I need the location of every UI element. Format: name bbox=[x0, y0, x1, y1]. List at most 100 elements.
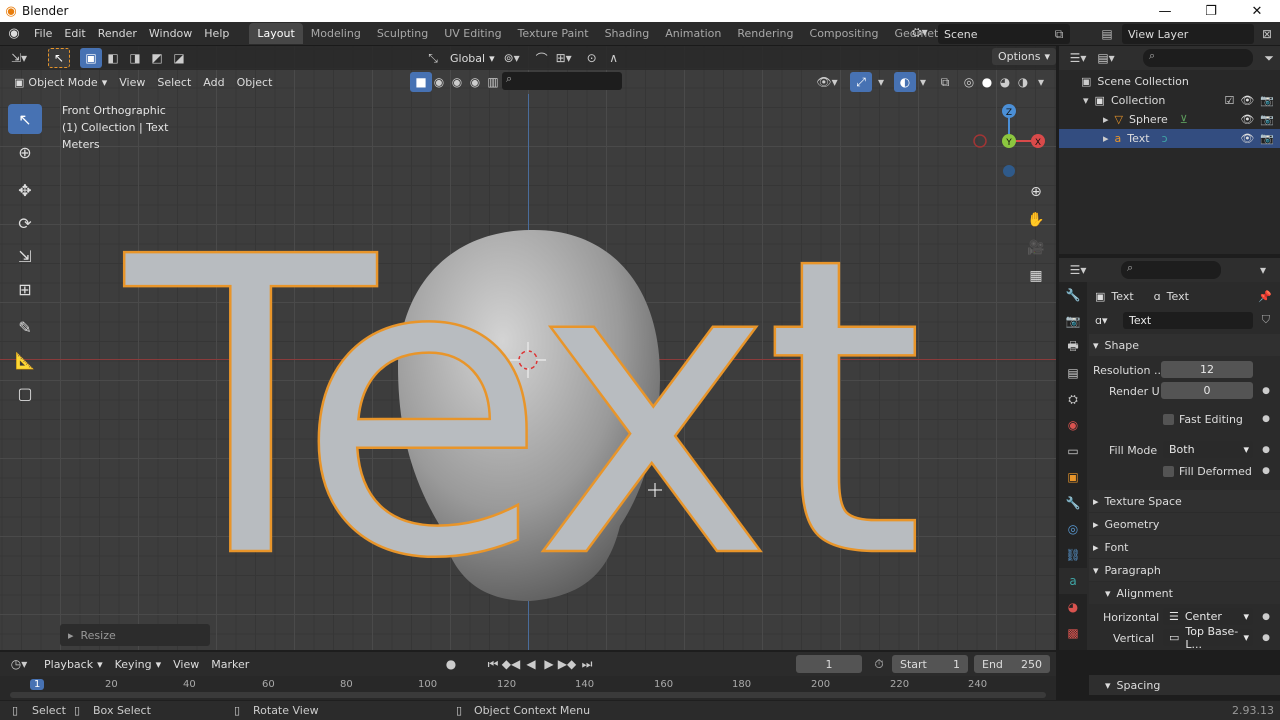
keyframe-dot-icon[interactable]: ● bbox=[1262, 612, 1270, 622]
measure-tool-icon[interactable]: 📐 bbox=[8, 345, 42, 375]
gizmo-dropdown-icon[interactable]: ▾ bbox=[870, 72, 892, 92]
fill-deformed-checkbox[interactable] bbox=[1163, 465, 1174, 477]
world-tab-icon[interactable]: ◉ bbox=[1059, 412, 1087, 438]
3d-viewport[interactable]: Text Z X Y ⇲▾ ↖ ▣ ◧ ◨ ◩ ◪ ⤡ Global ▾ ⊚▾ … bbox=[0, 46, 1056, 650]
expand-arrow-icon[interactable]: ▸ bbox=[1103, 132, 1109, 145]
preview-range-icon[interactable]: ⏱ bbox=[868, 654, 890, 674]
render-tab-icon[interactable]: 📷 bbox=[1059, 308, 1087, 334]
alignment-subpanel-header[interactable]: ▾ Alignment bbox=[1089, 582, 1280, 604]
constraints-tab-icon[interactable]: ⛓ bbox=[1059, 542, 1087, 568]
datablock-icon[interactable]: ɑ▾ bbox=[1095, 314, 1108, 327]
menu-view[interactable]: View bbox=[113, 74, 151, 91]
texture-space-panel-header[interactable]: ▸ Texture Space bbox=[1089, 490, 1280, 512]
spacing-subpanel-header[interactable]: ▾ Spacing bbox=[1089, 675, 1280, 695]
eye-icon[interactable]: 👁 bbox=[1240, 113, 1254, 126]
outliner-row-scene-collection[interactable]: ▣ Scene Collection bbox=[1059, 72, 1280, 91]
annotate-tool-icon[interactable]: ✎ bbox=[8, 312, 42, 342]
blender-menu-icon[interactable]: ◉ bbox=[0, 26, 28, 41]
current-frame-marker[interactable]: 1 bbox=[30, 679, 45, 690]
ortho-grid-icon[interactable]: ▦ bbox=[1024, 264, 1048, 288]
eye-icon[interactable]: 👁 bbox=[1240, 94, 1254, 107]
marker-menu[interactable]: Marker bbox=[205, 656, 255, 673]
fill-deformed-row[interactable]: Fill Deformed ● bbox=[1089, 461, 1280, 481]
scale-tool-icon[interactable]: ⇲ bbox=[8, 241, 42, 271]
zoom-icon[interactable]: ⊕ bbox=[1024, 180, 1048, 204]
timeline-type-icon[interactable]: ◷▾ bbox=[8, 654, 30, 674]
tab-modeling[interactable]: Modeling bbox=[303, 23, 369, 44]
outliner-row-collection[interactable]: ▾ ▣ Collection ☑ 👁 📷 bbox=[1059, 91, 1280, 110]
menu-window[interactable]: Window bbox=[143, 27, 198, 40]
expand-arrow-icon[interactable]: ▾ bbox=[1083, 94, 1089, 107]
xray-icon[interactable]: ⧉ bbox=[934, 72, 956, 92]
text-object[interactable]: Text bbox=[118, 169, 929, 650]
select-mode-new-icon[interactable]: ▣ bbox=[80, 48, 102, 68]
scene-tab-icon[interactable]: ⛭ bbox=[1059, 386, 1087, 412]
end-frame-field[interactable]: End 250 bbox=[974, 655, 1050, 673]
close-button[interactable]: ✕ bbox=[1234, 0, 1280, 22]
tab-texture-paint[interactable]: Texture Paint bbox=[510, 23, 597, 44]
properties-search-input[interactable]: ⌕ bbox=[1121, 261, 1221, 279]
keyframe-dot-icon[interactable]: ● bbox=[1262, 445, 1270, 455]
camera-view-icon[interactable]: 🎥 bbox=[1024, 236, 1048, 260]
tab-animation[interactable]: Animation bbox=[657, 23, 729, 44]
new-scene-icon[interactable]: ⧉ bbox=[1050, 25, 1068, 43]
timeline-view-menu[interactable]: View bbox=[167, 656, 205, 673]
pin-icon[interactable]: 📌 bbox=[1258, 290, 1272, 303]
material-tab-icon[interactable]: ◕ bbox=[1059, 594, 1087, 620]
pivot-icon[interactable]: ⊚▾ bbox=[501, 48, 523, 68]
tab-shading[interactable]: Shading bbox=[597, 23, 658, 44]
scene-icon[interactable]: ⛭▾ bbox=[912, 25, 934, 43]
outliner-row-text[interactable]: ▸ a Text ↄ 👁 📷 bbox=[1059, 129, 1280, 148]
keyframe-dot-icon[interactable]: ● bbox=[1262, 633, 1270, 643]
tab-rendering[interactable]: Rendering bbox=[729, 23, 801, 44]
horizontal-align-dropdown[interactable]: ☰ Center ▾ bbox=[1163, 608, 1253, 625]
datablock-name-field[interactable]: Text bbox=[1123, 312, 1253, 329]
minimize-button[interactable]: — bbox=[1142, 0, 1188, 22]
next-keyframe-icon[interactable]: ▶◆ bbox=[556, 654, 578, 674]
render-u-field[interactable]: 0 bbox=[1161, 382, 1253, 399]
fill-mode-dropdown[interactable]: Both ▾ bbox=[1163, 441, 1253, 458]
data-tab-icon[interactable]: a bbox=[1059, 568, 1087, 594]
select-mode-invert-icon[interactable]: ◩ bbox=[146, 48, 168, 68]
properties-type-icon[interactable]: ☰▾ bbox=[1067, 260, 1089, 280]
fast-editing-checkbox[interactable] bbox=[1163, 413, 1174, 425]
outliner-type-icon[interactable]: ☰▾ bbox=[1067, 48, 1089, 68]
rotate-tool-icon[interactable]: ⟳ bbox=[8, 208, 42, 238]
menu-edit[interactable]: Edit bbox=[58, 27, 91, 40]
menu-add[interactable]: Add bbox=[197, 74, 230, 91]
geometry-panel-header[interactable]: ▸ Geometry bbox=[1089, 513, 1280, 535]
auto-keying-icon[interactable]: ● bbox=[440, 654, 462, 674]
snap-icon[interactable]: ⌒ bbox=[531, 48, 553, 68]
editor-type-icon[interactable]: ⇲▾ bbox=[8, 48, 30, 68]
orientation-dropdown[interactable]: Global ▾ bbox=[444, 50, 501, 67]
exclude-checkbox-icon[interactable]: ☑ bbox=[1224, 94, 1234, 107]
mode-dropdown[interactable]: ▣ Object Mode ▾ bbox=[8, 74, 113, 91]
fast-editing-row[interactable]: Fast Editing ● bbox=[1089, 409, 1280, 429]
paragraph-panel-header[interactable]: ▾ Paragraph bbox=[1089, 559, 1280, 581]
add-cube-tool-icon[interactable]: ▢ bbox=[8, 378, 42, 408]
eye-icon[interactable]: 👁 bbox=[1240, 132, 1254, 145]
keyframe-dot-icon[interactable]: ● bbox=[1262, 386, 1270, 396]
menu-help[interactable]: Help bbox=[198, 27, 235, 40]
falloff-icon[interactable]: ∧ bbox=[603, 48, 625, 68]
select-box-tool-icon[interactable]: ↖ bbox=[8, 104, 42, 134]
overlay-dropdown-icon[interactable]: ▾ bbox=[912, 72, 934, 92]
keyframe-dot-icon[interactable]: ● bbox=[1262, 466, 1270, 476]
menu-select[interactable]: Select bbox=[151, 74, 197, 91]
start-frame-field[interactable]: Start 1 bbox=[892, 655, 968, 673]
display-mode-icon[interactable]: ▤▾ bbox=[1095, 48, 1117, 68]
shape-panel-header[interactable]: ▾ Shape bbox=[1089, 334, 1280, 356]
select-mode-intersect-icon[interactable]: ◪ bbox=[168, 48, 190, 68]
filter-other-icon[interactable]: ▥ bbox=[482, 72, 504, 92]
remove-layer-icon[interactable]: ⊠ bbox=[1258, 25, 1276, 43]
resolution-field[interactable]: 12 bbox=[1161, 361, 1253, 378]
camera-icon[interactable]: 📷 bbox=[1260, 113, 1274, 126]
current-frame-field[interactable]: 1 bbox=[796, 655, 862, 673]
expand-arrow-icon[interactable]: ▸ bbox=[1103, 113, 1109, 126]
pan-hand-icon[interactable]: ✋ bbox=[1024, 208, 1048, 232]
menu-render[interactable]: Render bbox=[92, 27, 143, 40]
playback-menu[interactable]: Playback ▾ bbox=[38, 656, 109, 673]
orientation-icon[interactable]: ⤡ bbox=[422, 48, 444, 68]
visibility-icon[interactable]: 👁▾ bbox=[816, 72, 838, 92]
keyframe-dot-icon[interactable]: ● bbox=[1262, 414, 1270, 424]
